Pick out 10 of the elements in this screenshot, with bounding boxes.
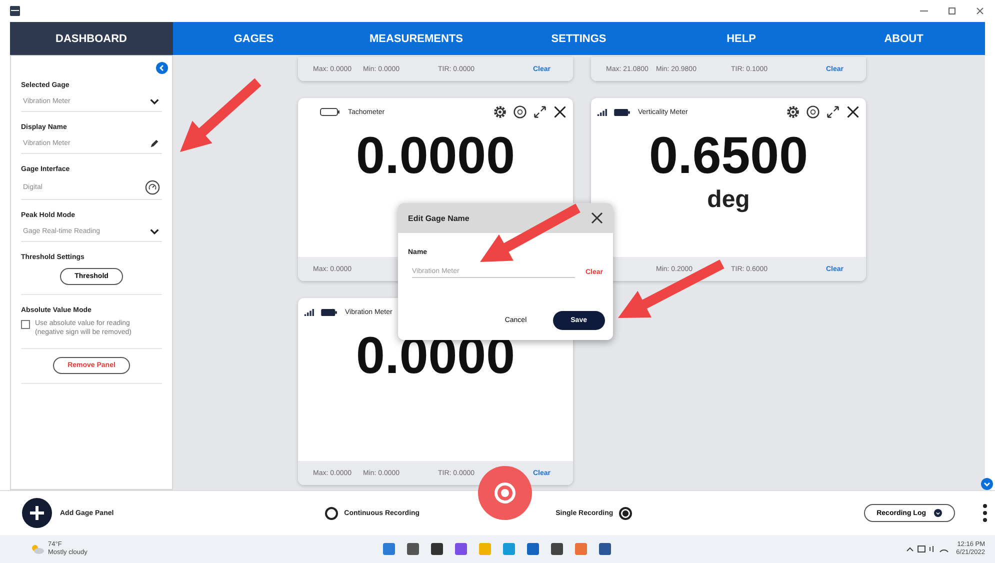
- unit-label: deg: [707, 186, 750, 214]
- dialog-title: Edit Gage Name: [408, 214, 470, 222]
- gage-reading: 0.6500: [648, 126, 808, 186]
- nav-tab[interactable]: GAGES: [172, 22, 335, 55]
- gage-reading: 0.0000: [356, 126, 516, 186]
- nav-tab[interactable]: DASHBOARD: [10, 22, 172, 55]
- nav-tab[interactable]: HELP: [660, 22, 822, 55]
- nav-tab[interactable]: SETTINGS: [498, 22, 660, 55]
- nav-tab[interactable]: ABOUT: [822, 22, 985, 55]
- nav-tab[interactable]: MEASUREMENTS: [335, 22, 498, 55]
